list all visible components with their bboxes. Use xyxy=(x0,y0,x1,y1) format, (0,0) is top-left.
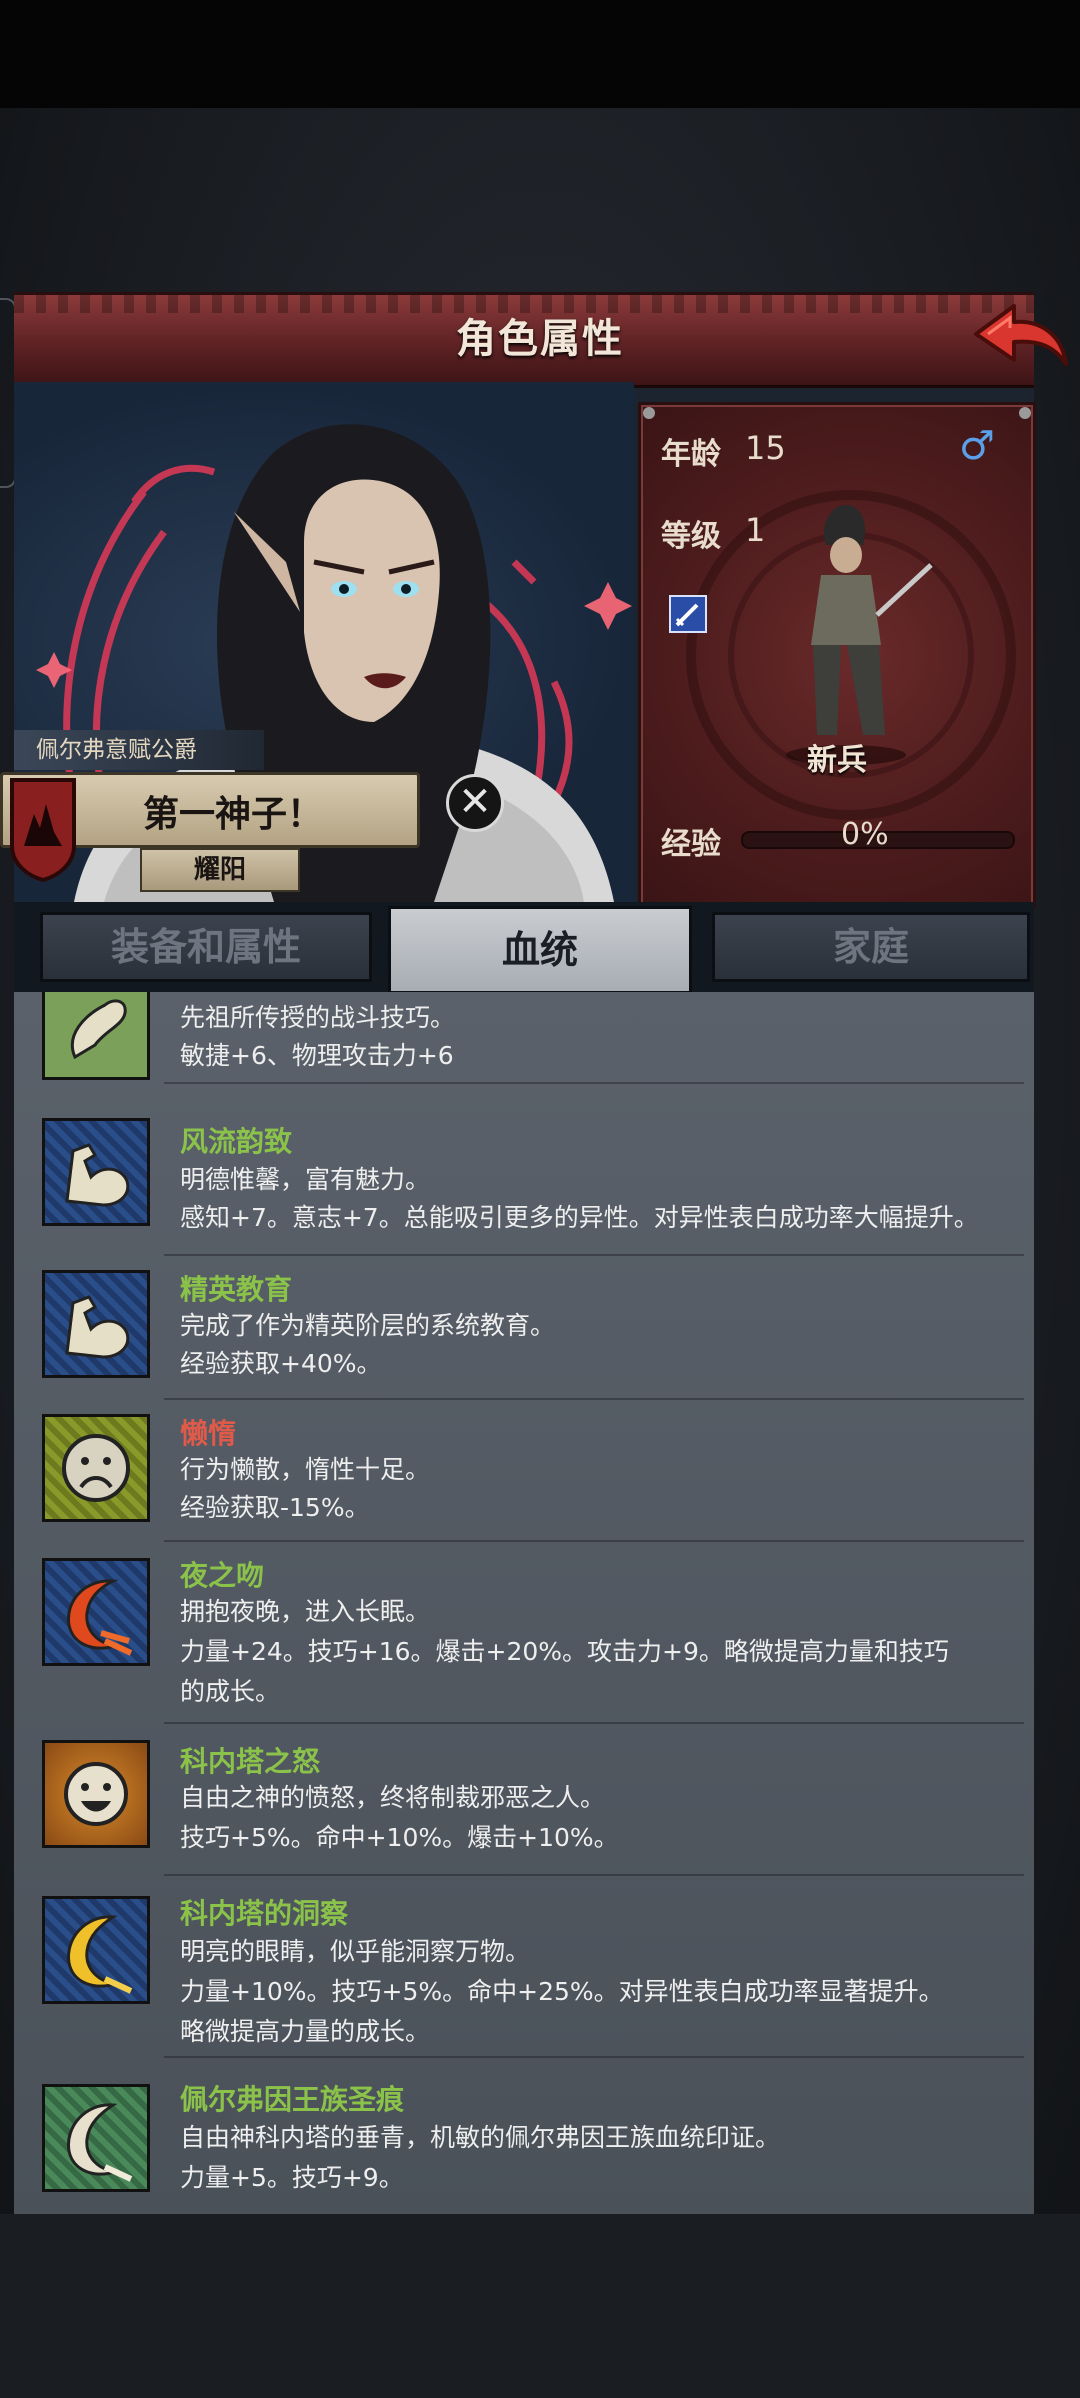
class-name: 新兵 xyxy=(807,743,867,778)
tab-bloodline[interactable]: 血统 xyxy=(388,906,692,994)
trait-description: 拥抱夜晚，进入长眠。 xyxy=(180,1597,431,1626)
trait-name: 科内塔之怒 xyxy=(180,1745,321,1778)
age-label: 年龄 xyxy=(661,437,721,472)
status-bar xyxy=(0,0,1080,108)
back-arrow-icon[interactable] xyxy=(970,300,1070,372)
trait-name: 懒惰 xyxy=(180,1417,237,1450)
trait-effect: 经验获取-15%。 xyxy=(180,1493,370,1522)
level-label: 等级 xyxy=(661,519,721,554)
remove-nickname-icon[interactable]: ✕ xyxy=(446,774,504,832)
trait-description: 明德惟馨，富有魅力。 xyxy=(180,1165,431,1194)
dagger-skill-icon[interactable] xyxy=(669,595,707,633)
trait-effect: 经验获取+40%。 xyxy=(180,1349,382,1378)
trait-name: 科内塔的洞察 xyxy=(180,1897,349,1930)
sun-face-icon xyxy=(42,1740,150,1848)
trait-description: 行为懒散，惰性十足。 xyxy=(180,1455,431,1484)
trait-name: 夜之吻 xyxy=(180,1559,265,1592)
trait-effect: 敏捷+6、物理攻击力+6 xyxy=(180,1041,454,1070)
noble-title: 佩尔弗意赋公爵 xyxy=(14,730,264,770)
trait-description: 自由神科内塔的垂青，机敏的佩尔弗因王族血统印证。 xyxy=(180,2123,781,2152)
trait-effect: 技巧+5%。命中+10%。爆击+10%。 xyxy=(180,1823,619,1852)
stat-card: 年龄 15 ♂ 等级 1 新兵 经验 0% xyxy=(638,402,1036,908)
tab-family[interactable]: 家庭 xyxy=(712,912,1030,982)
trait-description: 先祖所传授的战斗技巧。 xyxy=(180,1003,456,1032)
white-crescent-icon xyxy=(42,2084,150,2192)
bottom-area xyxy=(0,2214,1080,2398)
level-value: 1 xyxy=(745,511,766,549)
trait-description: 完成了作为精英阶层的系统教育。 xyxy=(180,1311,556,1340)
trait-description: 明亮的眼睛，似乎能洞察万物。 xyxy=(180,1937,531,1966)
trait-description: 自由之神的愤怒，终将制裁邪恶之人。 xyxy=(180,1783,606,1812)
nickname-text: 第一神子！ xyxy=(143,794,324,835)
bone-arm-icon xyxy=(42,992,150,1080)
red-crescent-icon xyxy=(42,1558,150,1666)
house-crest-icon xyxy=(8,776,78,883)
trait-name: 风流韵致 xyxy=(180,1125,293,1158)
page-title: 角色属性 xyxy=(456,316,624,362)
male-gender-icon: ♂ xyxy=(959,423,995,469)
trait-name: 精英教育 xyxy=(180,1273,293,1306)
trait-list[interactable]: 先祖所传授的战斗技巧。 敏捷+6、物理攻击力+6 风流韵致 明德惟馨，富有魅力。… xyxy=(14,992,1034,2214)
sad-face-icon xyxy=(42,1414,150,1522)
trait-effect: 感知+7。意志+7。总能吸引更多的异性。对异性表白成功率大幅提升。 xyxy=(180,1203,979,1232)
trait-effect: 力量+5。技巧+9。 xyxy=(180,2163,404,2192)
trait-name: 佩尔弗因王族圣痕 xyxy=(180,2083,405,2116)
exp-label: 经验 xyxy=(661,827,721,862)
flexed-arm-icon xyxy=(42,1270,150,1378)
age-value: 15 xyxy=(745,429,786,467)
trait-effect-continued: 略微提高力量的成长。 xyxy=(180,2017,431,2046)
trait-effect-continued: 的成长。 xyxy=(180,1677,281,1706)
flexed-arm-icon xyxy=(42,1118,150,1226)
tab-equipment[interactable]: 装备和属性 xyxy=(40,912,372,982)
house-name: 耀阳 xyxy=(140,848,300,892)
trait-effect: 力量+24。技巧+16。爆击+20%。攻击力+9。略微提高力量和技巧 xyxy=(180,1637,949,1666)
exp-value: 0% xyxy=(841,817,889,852)
trait-effect: 力量+10%。技巧+5%。命中+25%。对异性表白成功率显著提升。 xyxy=(180,1977,944,2006)
gold-crescent-icon xyxy=(42,1896,150,2004)
